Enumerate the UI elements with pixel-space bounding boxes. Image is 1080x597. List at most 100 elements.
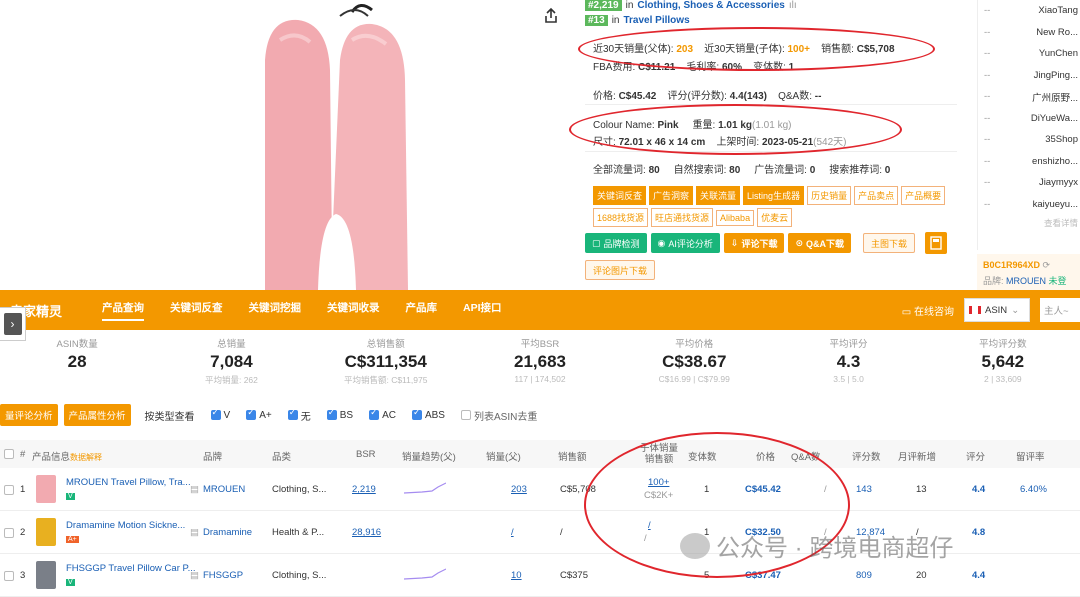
- seller-row[interactable]: -- 广州原野...: [978, 86, 1080, 108]
- type-checkbox[interactable]: 无: [287, 407, 311, 423]
- source-tag[interactable]: 旺店通找货源: [651, 208, 714, 227]
- seller-row[interactable]: -- enshizho...: [978, 151, 1080, 173]
- bsr-link[interactable]: 28,916: [352, 527, 381, 538]
- nav-item[interactable]: API接口: [463, 300, 502, 321]
- seller-row[interactable]: -- YunChen: [978, 43, 1080, 65]
- row-checkbox[interactable]: [4, 528, 14, 538]
- seller-row[interactable]: -- JingPing...: [978, 65, 1080, 87]
- header-category[interactable]: 品类: [272, 449, 291, 463]
- brand-link[interactable]: Dramamine: [203, 527, 252, 538]
- action-button[interactable]: ⇩ 评论下载: [723, 233, 785, 253]
- action-button[interactable]: 主图下载: [863, 233, 916, 253]
- type-checkbox-label: ABS: [424, 409, 445, 421]
- nav-item[interactable]: 产品库: [406, 300, 438, 321]
- traffic-ad-label: 广告流量词:: [754, 165, 807, 176]
- row-index: 1: [20, 484, 26, 495]
- refresh-icon[interactable]: ⟳: [1043, 260, 1051, 270]
- tool-tag[interactable]: 产品概要: [901, 186, 946, 205]
- seller-row[interactable]: -- DiYueWa...: [978, 108, 1080, 130]
- seller-row[interactable]: -- kaiyueyu...: [978, 194, 1080, 216]
- product-thumbnail[interactable]: [36, 475, 56, 503]
- rank-category-link[interactable]: Clothing, Shoes & Accessories: [637, 0, 784, 11]
- type-checkbox[interactable]: BS: [326, 407, 353, 423]
- type-checkbox[interactable]: A+: [246, 407, 272, 423]
- header-revenue[interactable]: 销售额: [558, 449, 587, 463]
- tool-tag[interactable]: 关联流量: [696, 186, 741, 205]
- seller-row[interactable]: -- XiaoTang: [978, 0, 1080, 22]
- tool-tag[interactable]: 历史销量: [807, 186, 852, 205]
- dedupe-checkbox[interactable]: 列表ASIN去重: [460, 408, 537, 423]
- header-ratings[interactable]: 评分数: [852, 449, 881, 463]
- tool-tag[interactable]: Listing生成器: [743, 186, 805, 205]
- source-tag[interactable]: 1688找货源: [593, 208, 649, 227]
- brand-link[interactable]: MROUEN: [203, 484, 245, 495]
- sales-link[interactable]: 10: [511, 570, 522, 581]
- copy-icon[interactable]: ▤: [190, 527, 199, 538]
- select-all-checkbox[interactable]: [4, 449, 14, 462]
- action-button[interactable]: ⊙ Q&A下载: [788, 233, 852, 253]
- copy-icon[interactable]: ▤: [190, 484, 199, 495]
- seller-row[interactable]: -- New Ro...: [978, 22, 1080, 44]
- tool-tag[interactable]: 产品卖点: [854, 186, 899, 205]
- header-brand[interactable]: 品牌: [203, 449, 222, 463]
- calculator-icon[interactable]: [925, 232, 947, 254]
- product-title-link[interactable]: Dramamine Motion Sickne...: [66, 520, 185, 531]
- tool-tag[interactable]: 广告洞察: [649, 186, 694, 205]
- header-sales[interactable]: 销量(父): [486, 449, 521, 463]
- asin-value[interactable]: B0C1R964XD: [983, 260, 1040, 270]
- row-checkbox[interactable]: [4, 485, 14, 495]
- rating-value: 4.8: [972, 527, 986, 538]
- header-retention[interactable]: 留评率: [1016, 449, 1045, 463]
- review-analysis-button[interactable]: 量评论分析: [0, 404, 58, 426]
- product-title-link[interactable]: MROUEN Travel Pillow, Tra...: [66, 477, 191, 488]
- row-checkbox[interactable]: [4, 571, 14, 581]
- tool-tag[interactable]: 关键词反查: [593, 186, 647, 205]
- retention-value: 6.40%: [1020, 484, 1047, 495]
- site-select[interactable]: ASIN ⌄: [964, 298, 1030, 322]
- rank-category-link[interactable]: Travel Pillows: [623, 15, 689, 26]
- ratings-link[interactable]: 809: [856, 570, 872, 581]
- data-explain-link[interactable]: 数据解释: [70, 453, 102, 462]
- type-checkbox[interactable]: ABS: [411, 407, 445, 423]
- search-input[interactable]: 主人~: [1040, 298, 1080, 322]
- header-trend[interactable]: 销量趋势(父): [402, 449, 456, 463]
- action-button[interactable]: ▢ 品牌检测: [585, 233, 647, 253]
- traffic-rec-label: 搜索推荐词:: [829, 165, 882, 176]
- share-icon[interactable]: [542, 7, 560, 25]
- header-new-ratings[interactable]: 月评新增: [898, 449, 936, 463]
- nav-item[interactable]: 关键词收录: [327, 300, 380, 321]
- nav-item[interactable]: 关键词反查: [170, 300, 223, 321]
- sales-trend-sparkline[interactable]: [404, 567, 446, 581]
- attribute-analysis-button[interactable]: 产品属性分析: [63, 404, 131, 426]
- sales-link[interactable]: /: [511, 527, 514, 538]
- view-details-link[interactable]: 查看详情: [978, 217, 1080, 229]
- brand-link[interactable]: FHSGGP: [203, 570, 243, 581]
- product-title-link[interactable]: FHSGGP Travel Pillow Car P...: [66, 563, 196, 574]
- copy-icon[interactable]: ▤: [190, 570, 199, 581]
- online-consult-link[interactable]: ▭ 在线咨询: [902, 303, 954, 318]
- sales-link[interactable]: 203: [511, 484, 527, 495]
- product-thumbnail[interactable]: [36, 518, 56, 546]
- bsr-link[interactable]: 2,219: [352, 484, 376, 495]
- product-thumbnail[interactable]: [36, 561, 56, 589]
- source-tag[interactable]: Alibaba: [716, 210, 755, 226]
- review-image-download-button[interactable]: 评论图片下载: [585, 260, 656, 280]
- type-checkbox[interactable]: AC: [369, 407, 396, 423]
- bar-chart-icon[interactable]: ılı: [789, 0, 797, 11]
- type-checkbox[interactable]: V: [210, 407, 230, 423]
- brand-link[interactable]: MROUEN: [1006, 276, 1046, 286]
- sales-trend-sparkline[interactable]: [404, 481, 446, 495]
- action-button[interactable]: ◉ AI评论分析: [650, 233, 720, 253]
- table-row[interactable]: 1 MROUEN Travel Pillow, Tra... V ▤ MROUEN Clo…: [0, 469, 1080, 511]
- header-bsr[interactable]: BSR: [356, 449, 376, 460]
- ratings-link[interactable]: 143: [856, 484, 872, 495]
- seller-row[interactable]: -- 35Shop: [978, 129, 1080, 151]
- source-tag[interactable]: 优麦云: [757, 208, 793, 227]
- sales-trend-sparkline[interactable]: [404, 524, 446, 538]
- nav-item[interactable]: 关键词挖掘: [249, 300, 302, 321]
- header-rating[interactable]: 评分: [966, 449, 985, 463]
- seller-row[interactable]: -- Jiaymyyx: [978, 172, 1080, 194]
- nav-item[interactable]: 产品查询: [102, 300, 144, 321]
- tool-tags-row1: 关键词反查 广告洞察 关联流量 Listing生成器 历史销量 产品卖点 产品概要: [593, 186, 963, 208]
- seller-name: kaiyueyu...: [1032, 198, 1078, 210]
